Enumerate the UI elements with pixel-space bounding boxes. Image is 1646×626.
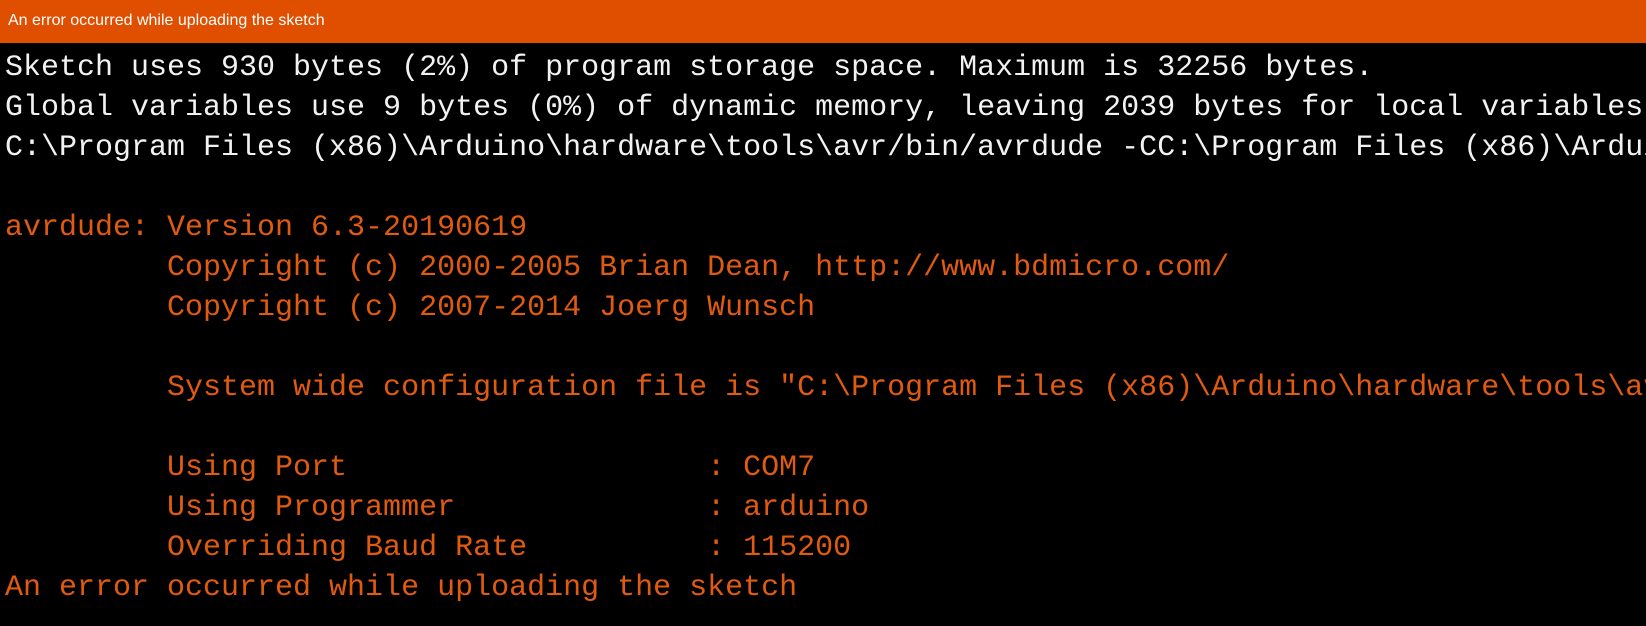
console-line: Copyright (c) 2000-2005 Brian Dean, http… [5, 251, 1230, 285]
console-line: Using Programmer : arduino [5, 491, 870, 525]
upload-status-bar: An error occurred while uploading the sk… [0, 0, 1646, 43]
console-line: C:\Program Files (x86)\Arduino\hardware\… [5, 131, 1646, 165]
console-line: Using Port : COM7 [5, 451, 816, 485]
console-line: Copyright (c) 2007-2014 Joerg Wunsch [5, 291, 816, 325]
console-line: Sketch uses 930 bytes (2%) of program st… [5, 51, 1374, 85]
console-line: System wide configuration file is "C:\Pr… [5, 371, 1646, 405]
console-output[interactable]: Sketch uses 930 bytes (2%) of program st… [0, 48, 1646, 626]
console-line: avrdude: Version 6.3-20190619 [5, 211, 528, 245]
console-line: Overriding Baud Rate : 115200 [5, 531, 852, 565]
console-line: Global variables use 9 bytes (0%) of dyn… [5, 91, 1644, 125]
console-line-error: An error occurred while uploading the sk… [5, 571, 798, 605]
status-message: An error occurred while uploading the sk… [8, 12, 325, 29]
